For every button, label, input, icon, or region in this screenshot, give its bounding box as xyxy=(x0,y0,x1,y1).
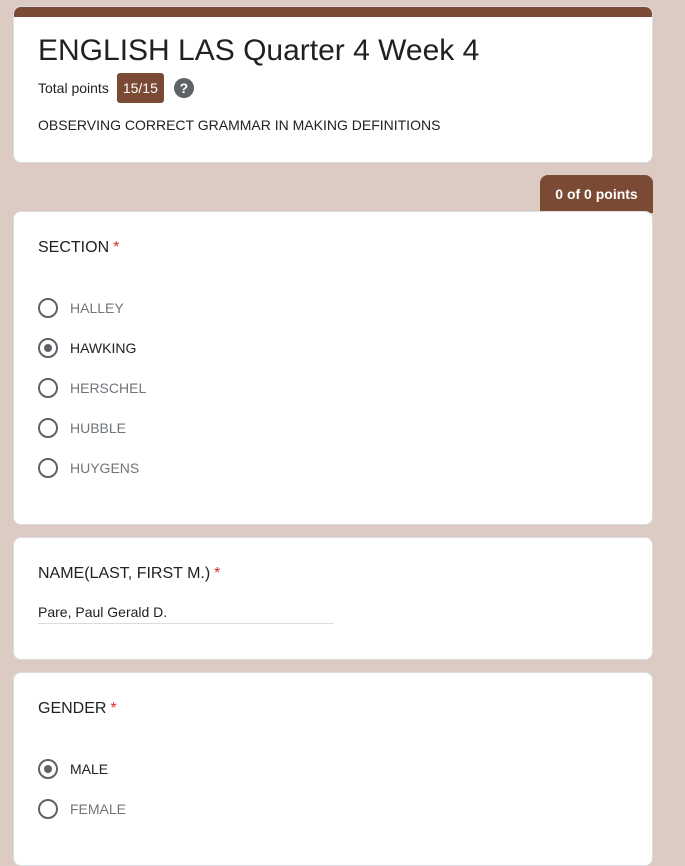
radio-option-male[interactable]: MALE xyxy=(38,749,126,789)
total-points-label: Total points xyxy=(38,80,109,96)
option-label: HUBBLE xyxy=(70,420,127,436)
total-points-row: Total points 15/15 ? xyxy=(38,73,194,103)
radio-option-hubble[interactable]: HUBBLE xyxy=(38,408,146,448)
radio-button-selected[interactable] xyxy=(38,338,58,358)
question-title-text: NAME(LAST, FIRST M.) xyxy=(38,565,211,582)
radio-button[interactable] xyxy=(38,298,58,318)
radio-button-selected[interactable] xyxy=(38,759,58,779)
required-asterisk: * xyxy=(214,565,221,582)
radio-option-hawking[interactable]: HAWKING xyxy=(38,328,146,368)
question-card-section: SECTION * HALLEY HAWKING HERSCHEL HUBBLE … xyxy=(13,211,653,525)
question-title-text: GENDER xyxy=(38,700,107,717)
option-label: HUYGENS xyxy=(70,460,140,476)
option-label: HERSCHEL xyxy=(70,380,147,396)
radio-button[interactable] xyxy=(38,458,58,478)
name-answer-field[interactable]: Pare, Paul Gerald D. xyxy=(38,604,334,624)
radio-option-huygens[interactable]: HUYGENS xyxy=(38,448,146,488)
form-title: ENGLISH LAS Quarter 4 Week 4 xyxy=(38,34,480,67)
question-card-gender: GENDER * MALE FEMALE xyxy=(13,672,653,866)
score-badge: 15/15 xyxy=(116,73,164,103)
question-title: GENDER * xyxy=(38,700,117,718)
radio-option-halley[interactable]: HALLEY xyxy=(38,288,146,328)
form-description: OBSERVING CORRECT GRAMMAR IN MAKING DEFI… xyxy=(38,117,441,133)
question-card-name: NAME(LAST, FIRST M.) * Pare, Paul Gerald … xyxy=(13,537,653,660)
radio-button[interactable] xyxy=(38,378,58,398)
radio-group-section: HALLEY HAWKING HERSCHEL HUBBLE HUYGENS xyxy=(38,288,146,488)
question-title: SECTION * xyxy=(38,239,119,257)
question-title-text: SECTION xyxy=(38,239,110,256)
radio-option-herschel[interactable]: HERSCHEL xyxy=(38,368,146,408)
header-color-strip xyxy=(14,7,652,17)
option-label: HALLEY xyxy=(70,300,124,316)
section-points-badge: 0 of 0 points xyxy=(540,175,653,213)
required-asterisk: * xyxy=(110,700,117,717)
radio-option-female[interactable]: FEMALE xyxy=(38,789,126,829)
form-header-card: ENGLISH LAS Quarter 4 Week 4 Total point… xyxy=(13,6,653,163)
question-title: NAME(LAST, FIRST M.) * xyxy=(38,565,220,583)
option-label: FEMALE xyxy=(70,801,127,817)
radio-button[interactable] xyxy=(38,799,58,819)
radio-group-gender: MALE FEMALE xyxy=(38,749,126,829)
required-asterisk: * xyxy=(113,239,120,256)
option-label: MALE xyxy=(70,761,109,777)
option-label: HAWKING xyxy=(70,340,137,356)
help-icon[interactable]: ? xyxy=(173,78,194,98)
radio-button[interactable] xyxy=(38,418,58,438)
